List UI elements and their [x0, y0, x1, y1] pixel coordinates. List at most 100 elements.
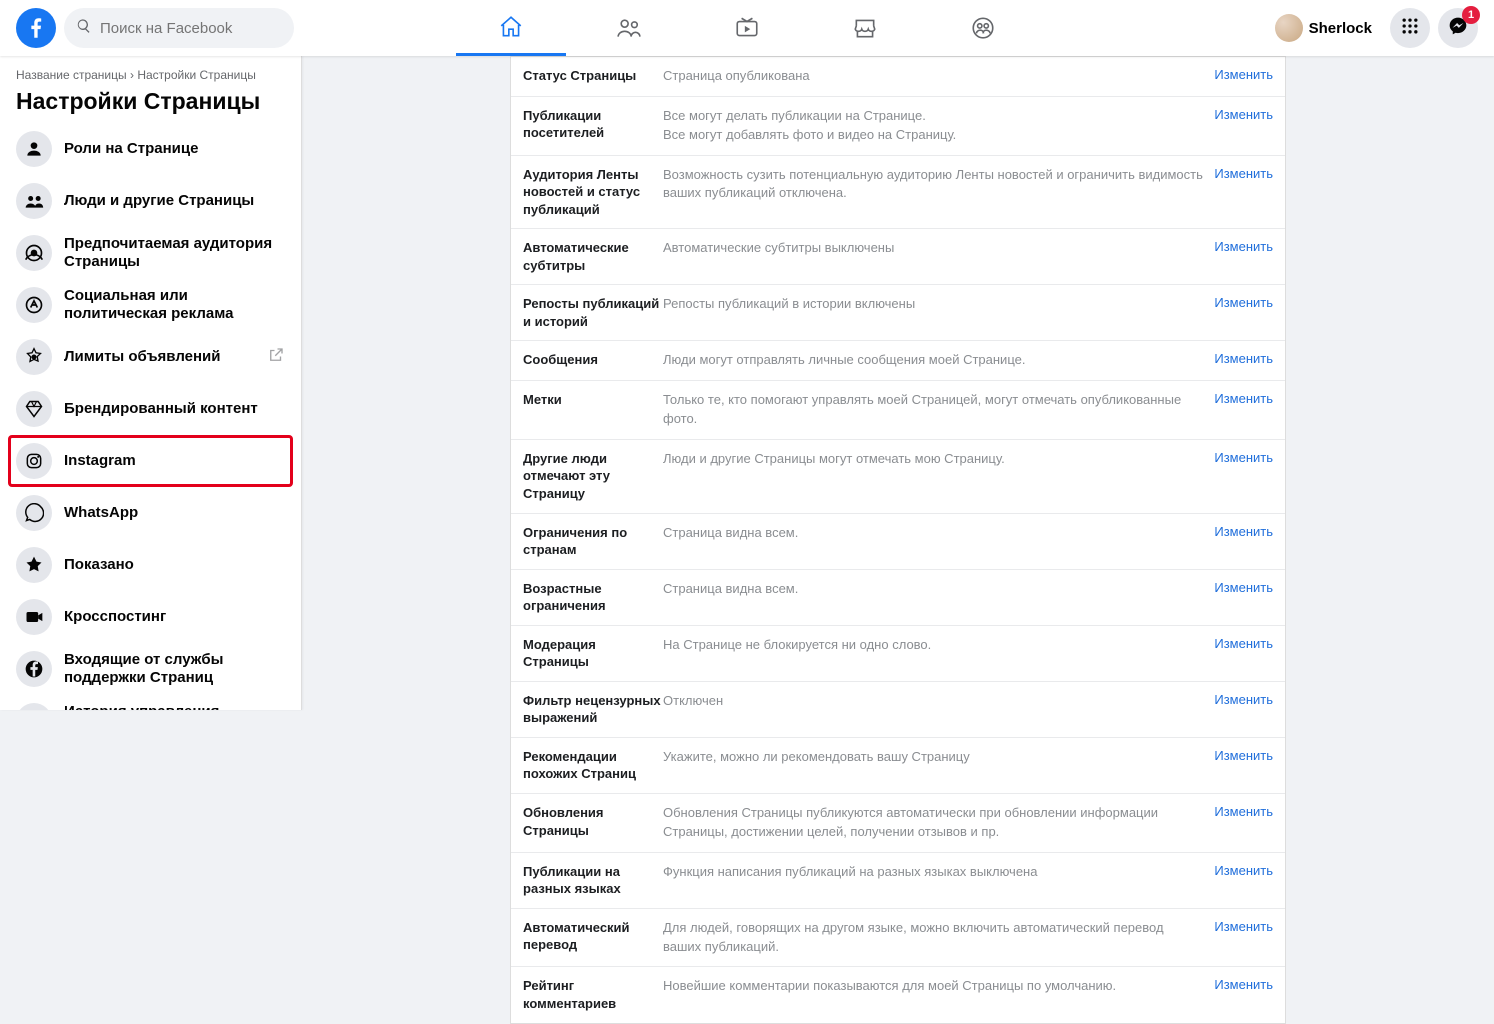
setting-value: Страница видна всем. [663, 524, 1214, 543]
people-icon [16, 183, 52, 219]
settings-row: СообщенияЛюди могут отправлять личные со… [511, 341, 1285, 381]
setting-value: Функция написания публикаций на разных я… [663, 863, 1214, 882]
edit-link[interactable]: Изменить [1214, 107, 1273, 122]
sidebar-item-3[interactable]: Социальная или политическая реклама [8, 279, 293, 331]
sidebar-item-10[interactable]: Входящие от службы поддержки Страниц [8, 643, 293, 695]
breadcrumb-page[interactable]: Название страницы [16, 68, 127, 82]
edit-link[interactable]: Изменить [1214, 919, 1273, 934]
setting-value: Обновления Страницы публикуются автомати… [663, 804, 1214, 842]
edit-link[interactable]: Изменить [1214, 692, 1273, 707]
setting-value: На Странице не блокируется ни одно слово… [663, 636, 1214, 655]
edit-link[interactable]: Изменить [1214, 166, 1273, 181]
edit-link[interactable]: Изменить [1214, 239, 1273, 254]
setting-value: Укажите, можно ли рекомендовать вашу Стр… [663, 748, 1214, 767]
sidebar-item-label: Брендированный контент [64, 400, 258, 418]
edit-link[interactable]: Изменить [1214, 351, 1273, 366]
setting-value: Страница опубликована [663, 67, 1214, 86]
setting-key: Фильтр нецензурных выражений [523, 692, 663, 727]
sidebar-item-2[interactable]: Предпочитаемая аудитория Страницы [8, 227, 293, 279]
setting-value: Репосты публикаций в истории включены [663, 295, 1214, 314]
sidebar-item-9[interactable]: Кросспостинг [8, 591, 293, 643]
setting-value: Люди могут отправлять личные сообщения м… [663, 351, 1214, 370]
setting-key: Публикации посетителей [523, 107, 663, 142]
whatsapp-icon [16, 495, 52, 531]
sidebar-item-4[interactable]: Лимиты объявлений [8, 331, 293, 383]
settings-card: Статус СтраницыСтраница опубликованаИзме… [510, 56, 1286, 1024]
person-icon [16, 131, 52, 167]
nav-friends[interactable] [574, 0, 684, 56]
breadcrumb-settings[interactable]: Настройки Страницы [137, 68, 256, 82]
sidebar-item-11[interactable]: История управления Страницей [8, 695, 293, 710]
audience-icon [16, 235, 52, 271]
setting-key: Автоматический перевод [523, 919, 663, 954]
sidebar-item-6[interactable]: Instagram [8, 435, 293, 487]
sidebar-item-1[interactable]: Люди и другие Страницы [8, 175, 293, 227]
sidebar-item-label: Предпочитаемая аудитория Страницы [64, 235, 285, 271]
nav-groups[interactable] [928, 0, 1038, 56]
setting-value: Для людей, говорящих на другом языке, мо… [663, 919, 1214, 957]
sidebar-item-label: Социальная или политическая реклама [64, 287, 285, 323]
setting-key: Публикации на разных языках [523, 863, 663, 898]
edit-link[interactable]: Изменить [1214, 636, 1273, 651]
setting-key: Возрастные ограничения [523, 580, 663, 615]
search-box[interactable] [64, 8, 294, 48]
setting-key: Ограничения по странам [523, 524, 663, 559]
settings-row: Публикации на разных языкахФункция напис… [511, 853, 1285, 909]
settings-row: Возрастные ограниченияСтраница видна все… [511, 570, 1285, 626]
messenger-badge: 1 [1462, 6, 1480, 24]
edit-link[interactable]: Изменить [1214, 748, 1273, 763]
avatar [1275, 14, 1303, 42]
edit-link[interactable]: Изменить [1214, 524, 1273, 539]
grid-icon [1400, 16, 1420, 41]
setting-key: Рекомендации похожих Страниц [523, 748, 663, 783]
sidebar-item-label: WhatsApp [64, 504, 138, 522]
instagram-icon [16, 443, 52, 479]
politics-icon [16, 287, 52, 323]
edit-link[interactable]: Изменить [1214, 863, 1273, 878]
settings-row: МеткиТолько те, кто помогают управлять м… [511, 381, 1285, 440]
setting-key: Другие люди отмечают эту Страницу [523, 450, 663, 503]
sidebar-item-label: История управления Страницей [64, 703, 285, 710]
nav-center [456, 0, 1038, 56]
sidebar-item-7[interactable]: WhatsApp [8, 487, 293, 539]
gear-icon [16, 339, 52, 375]
nav-watch[interactable] [692, 0, 802, 56]
nav-home[interactable] [456, 0, 566, 56]
sidebar-item-0[interactable]: Роли на Странице [8, 123, 293, 175]
setting-key: Автоматические субтитры [523, 239, 663, 274]
edit-link[interactable]: Изменить [1214, 295, 1273, 310]
edit-link[interactable]: Изменить [1214, 67, 1273, 82]
messenger-button[interactable]: 1 [1438, 8, 1478, 48]
facebook-logo[interactable] [16, 8, 56, 48]
sidebar-item-label: Роли на Странице [64, 140, 198, 158]
main-content: Статус СтраницыСтраница опубликованаИзме… [302, 56, 1494, 1024]
setting-key: Сообщения [523, 351, 663, 369]
edit-link[interactable]: Изменить [1214, 580, 1273, 595]
profile-name: Sherlock [1309, 20, 1372, 37]
search-input[interactable] [100, 20, 282, 37]
profile-chip[interactable]: Sherlock [1271, 10, 1382, 46]
star-icon [16, 547, 52, 583]
panel-title: Настройки Страницы [8, 86, 293, 123]
sidebar-item-label: Входящие от службы поддержки Страниц [64, 651, 285, 687]
menu-button[interactable] [1390, 8, 1430, 48]
setting-value: Люди и другие Страницы могут отмечать мо… [663, 450, 1214, 469]
settings-row: Автоматический переводДля людей, говорящ… [511, 909, 1285, 968]
setting-key: Рейтинг комментариев [523, 977, 663, 1012]
nav-marketplace[interactable] [810, 0, 920, 56]
setting-value: Новейшие комментарии показываются для мо… [663, 977, 1214, 996]
sidebar-item-5[interactable]: Брендированный контент [8, 383, 293, 435]
settings-row: Публикации посетителейВсе могут делать п… [511, 97, 1285, 156]
edit-link[interactable]: Изменить [1214, 804, 1273, 819]
edit-link[interactable]: Изменить [1214, 450, 1273, 465]
settings-row: Автоматические субтитрыАвтоматические су… [511, 229, 1285, 285]
edit-link[interactable]: Изменить [1214, 977, 1273, 992]
edit-link[interactable]: Изменить [1214, 391, 1273, 406]
sidebar-item-label: Показано [64, 556, 134, 574]
setting-value: Автоматические субтитры выключены [663, 239, 1214, 258]
sidebar-item-label: Кросспостинг [64, 608, 166, 626]
side-panel: Название страницы › Настройки Страницы Н… [0, 56, 302, 710]
nav-right: Sherlock 1 [1271, 8, 1478, 48]
sidebar-item-8[interactable]: Показано [8, 539, 293, 591]
settings-row: Статус СтраницыСтраница опубликованаИзме… [511, 57, 1285, 97]
